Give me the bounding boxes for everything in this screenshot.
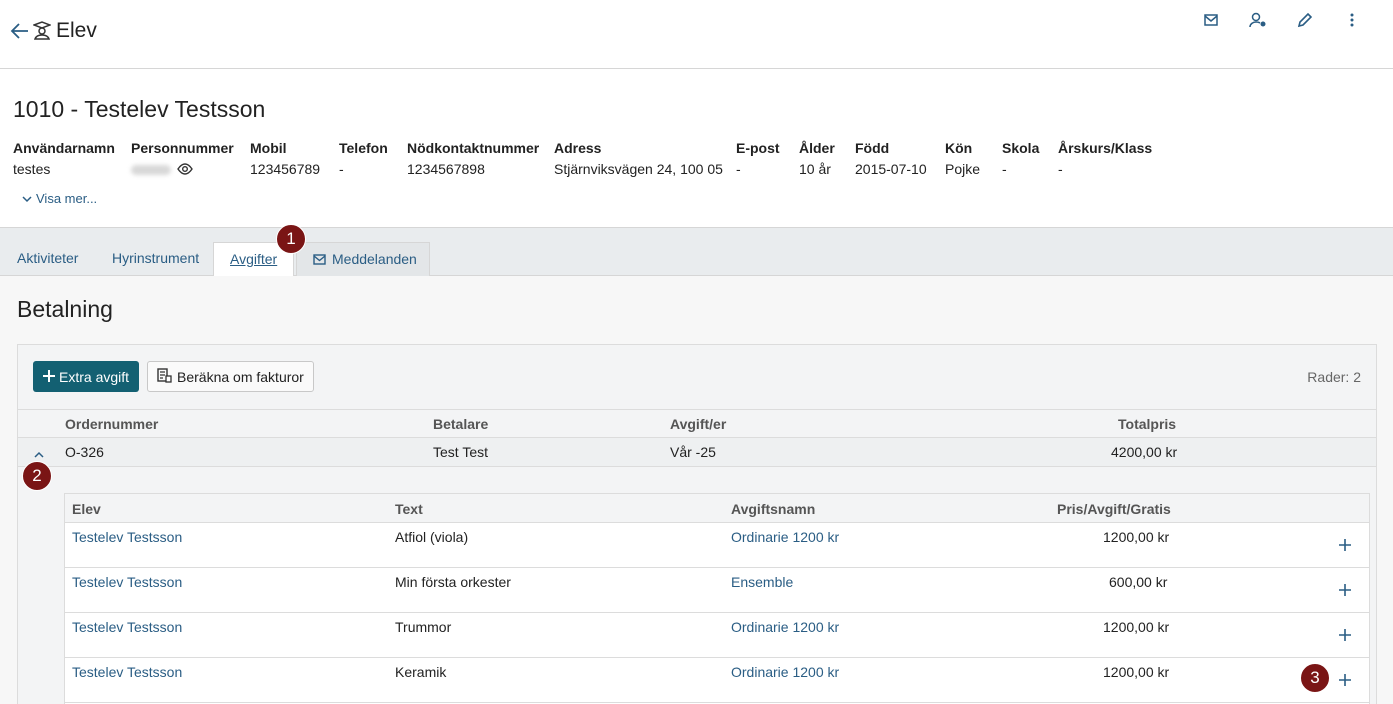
student-link[interactable]: Testelev Testsson (72, 529, 182, 545)
info-phone: Telefon - (339, 140, 388, 177)
list-item: Testelev Testsson Min första orkester En… (65, 568, 1369, 613)
item-text: Trummor (395, 619, 452, 635)
tab-bar: Aktiviteter Hyrinstrument Avgifter Medde… (0, 227, 1393, 278)
tab-messages[interactable]: Meddelanden (296, 242, 430, 277)
show-more-link[interactable]: Visa mer... (22, 191, 97, 206)
app-title: Elev (56, 19, 97, 42)
info-born: Född 2015-07-10 (855, 140, 927, 177)
eye-icon[interactable] (177, 160, 193, 180)
info-gender: Kön Pojke (945, 140, 981, 177)
item-text: Atfiol (viola) (395, 529, 469, 545)
section-title: Betalning (17, 296, 113, 322)
extra-fee-button[interactable]: Extra avgift (33, 361, 140, 392)
item-text: Keramik (395, 664, 447, 680)
order-number: O-326 (65, 444, 104, 460)
show-more-label: Visa mer... (36, 191, 98, 206)
plus-icon (43, 369, 55, 385)
item-text: Min första orkester (395, 574, 511, 590)
invoice-icon (157, 367, 172, 386)
chevron-down-icon (22, 191, 32, 206)
step-badge-3: 3 (1300, 663, 1330, 693)
item-price: 1200,00 kr (1103, 664, 1170, 680)
list-item: Testelev Testsson Keramik Ordinarie 1200… (65, 658, 1369, 703)
fees-content: Betalning Extra avgift Beräkna om faktur… (0, 276, 1393, 704)
fee-name-link[interactable]: Ensemble (731, 574, 793, 590)
student-link[interactable]: Testelev Testsson (72, 664, 182, 680)
hidden-personal-number (131, 165, 171, 176)
info-age: Ålder 10 år (799, 140, 835, 177)
item-price: 600,00 kr (1109, 574, 1168, 590)
recalculate-invoices-button[interactable]: Beräkna om fakturor (147, 361, 314, 392)
more-vertical-icon[interactable] (1328, 10, 1375, 30)
rows-count: Rader: 2 (1307, 369, 1361, 385)
user-settings-icon[interactable] (1234, 10, 1281, 30)
info-mobile: Mobil 123456789 (250, 140, 321, 177)
col-price: Pris/Avgift/Gratis (1057, 501, 1171, 517)
col-total: Totalpris (1118, 416, 1177, 432)
add-icon[interactable] (1336, 671, 1354, 689)
student-title: 1010 - Testelev Testsson (13, 96, 266, 122)
col-text: Text (395, 501, 423, 517)
edit-pencil-icon[interactable] (1281, 10, 1328, 30)
order-fees: Vår -25 (670, 444, 716, 460)
payment-panel: Extra avgift Beräkna om fakturor Rader: … (17, 344, 1377, 704)
info-emergency: Nödkontaktnummer 1234567898 (407, 140, 540, 177)
list-item: Testelev Testsson Trummor Ordinarie 1200… (65, 613, 1369, 658)
student-icon (31, 20, 53, 40)
toolbar (1187, 10, 1375, 30)
item-price: 1200,00 kr (1103, 529, 1170, 545)
add-icon[interactable] (1336, 581, 1354, 599)
info-personal-number: Personnummer (131, 140, 234, 178)
chevron-up-icon[interactable] (32, 447, 46, 459)
tab-activities[interactable]: Aktiviteter (1, 242, 94, 277)
top-bar: Elev (0, 0, 1393, 69)
col-student: Elev (72, 501, 101, 517)
info-school: Skola - (1002, 140, 1040, 177)
order-payer: Test Test (433, 444, 488, 460)
col-fee-name: Avgiftsnamn (731, 501, 816, 517)
step-badge-1: 1 (276, 224, 306, 254)
item-price: 1200,00 kr (1103, 619, 1170, 635)
info-username: Användarnamn testes (13, 140, 115, 177)
order-items-table: Elev Text Avgiftsnamn Pris/Avgift/Gratis… (64, 493, 1370, 704)
info-address: Adress Stjärnviksvägen 24, 100 05 (554, 140, 723, 177)
add-icon[interactable] (1336, 626, 1354, 644)
order-total: 4200,00 kr (1111, 444, 1178, 460)
mail-icon[interactable] (1187, 10, 1234, 30)
info-email: E-post - (736, 140, 780, 177)
back-arrow-icon[interactable] (10, 20, 30, 42)
tab-rental-instruments[interactable]: Hyrinstrument (96, 242, 215, 277)
orders-table-header: Ordernummer Betalare Avgift/er Totalpris (18, 409, 1376, 438)
col-fees: Avgift/er (670, 416, 727, 432)
step-badge-2: 2 (22, 461, 52, 491)
mail-icon (313, 244, 326, 277)
fee-name-link[interactable]: Ordinarie 1200 kr (731, 664, 839, 680)
table-row[interactable]: O-326 Test Test Vår -25 4200,00 kr (18, 438, 1376, 467)
list-item: Testelev Testsson Atfiol (viola) Ordinar… (65, 523, 1369, 568)
fee-name-link[interactable]: Ordinarie 1200 kr (731, 529, 839, 545)
order-details: Elev Text Avgiftsnamn Pris/Avgift/Gratis… (18, 467, 1376, 704)
fee-name-link[interactable]: Ordinarie 1200 kr (731, 619, 839, 635)
student-link[interactable]: Testelev Testsson (72, 574, 182, 590)
add-icon[interactable] (1336, 536, 1354, 554)
items-table-header: Elev Text Avgiftsnamn Pris/Avgift/Gratis (65, 494, 1369, 523)
col-order-number: Ordernummer (65, 416, 159, 432)
student-link[interactable]: Testelev Testsson (72, 619, 182, 635)
info-class: Årskurs/Klass - (1058, 140, 1153, 177)
col-payer: Betalare (433, 416, 489, 432)
